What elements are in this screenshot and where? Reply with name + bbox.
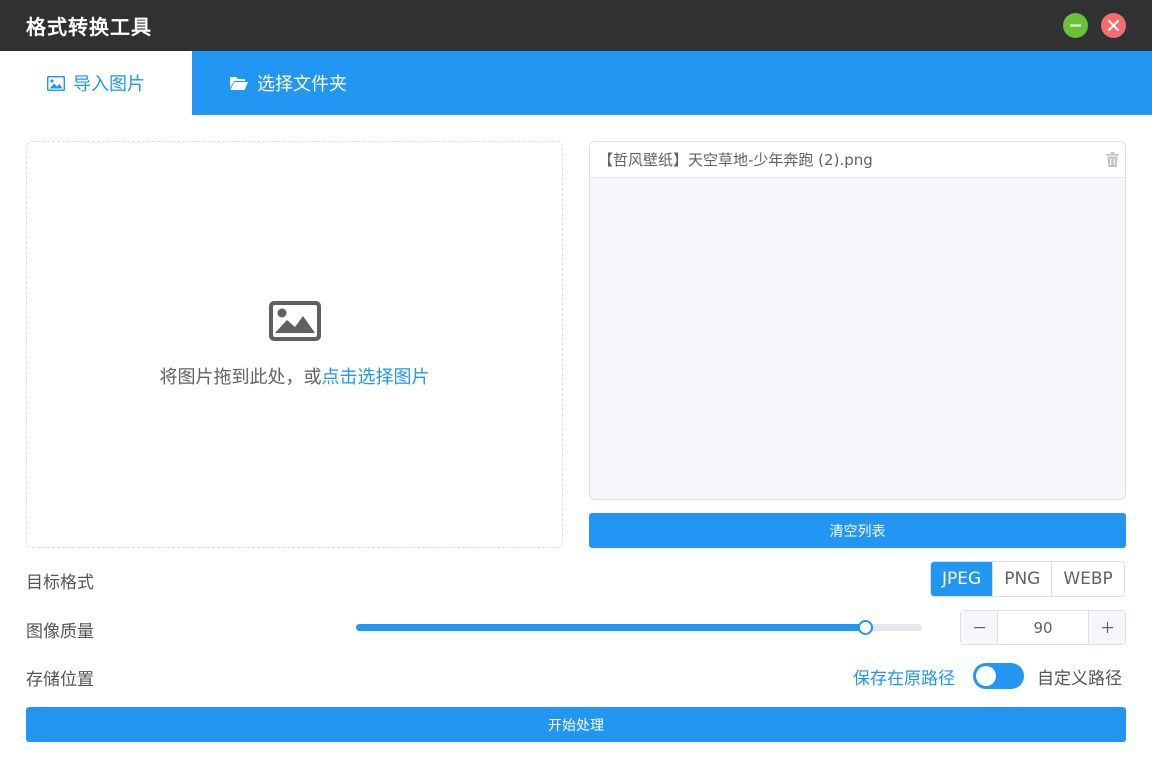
tab-select-folder[interactable]: 选择文件夹 <box>192 51 384 115</box>
image-icon <box>47 75 65 91</box>
format-jpeg-button[interactable]: JPEG <box>931 562 993 596</box>
trash-icon[interactable] <box>1106 152 1119 167</box>
quality-slider[interactable] <box>356 620 922 635</box>
quality-stepper: 90 <box>960 610 1126 645</box>
dropzone-hint: 将图片拖到此处，或 <box>159 366 322 388</box>
close-icon <box>1108 20 1119 31</box>
image-quality-label: 图像质量 <box>26 622 94 642</box>
dropzone-text: 将图片拖到此处，或点击选择图片 <box>160 363 430 389</box>
format-selector: JPEG PNG WEBP <box>930 561 1125 597</box>
quality-decrease-button[interactable] <box>961 611 998 644</box>
quality-slider-fill <box>356 624 865 631</box>
image-dropzone[interactable]: 将图片拖到此处，或点击选择图片 <box>26 141 563 548</box>
quality-slider-handle[interactable] <box>858 620 873 635</box>
image-icon <box>268 300 321 341</box>
file-name: 【哲风壁纸】天空草地-少年奔跑 (2).png <box>598 151 873 169</box>
quality-increase-button[interactable] <box>1088 611 1125 644</box>
storage-location-label: 存储位置 <box>26 670 94 690</box>
list-item: 【哲风壁纸】天空草地-少年奔跑 (2).png <box>590 142 1125 178</box>
tab-select-folder-label: 选择文件夹 <box>257 74 347 95</box>
quality-input[interactable]: 90 <box>998 611 1088 644</box>
file-list: 【哲风壁纸】天空草地-少年奔跑 (2).png <box>589 141 1126 500</box>
tab-import-image-label: 导入图片 <box>73 74 145 95</box>
toggle-knob <box>976 666 996 686</box>
folder-open-icon <box>230 76 248 90</box>
storage-path-toggle[interactable] <box>973 663 1024 689</box>
start-processing-button[interactable]: 开始处理 <box>26 707 1126 742</box>
format-webp-button[interactable]: WEBP <box>1051 562 1124 596</box>
app-title: 格式转换工具 <box>26 15 152 39</box>
title-bar: 格式转换工具 <box>0 0 1152 51</box>
minimize-icon <box>1070 24 1081 27</box>
target-format-label: 目标格式 <box>26 573 94 593</box>
tab-bar: 导入图片 选择文件夹 <box>0 51 1152 115</box>
select-image-link[interactable]: 点击选择图片 <box>322 367 430 388</box>
close-button[interactable] <box>1101 13 1126 38</box>
custom-path-label[interactable]: 自定义路径 <box>1037 664 1122 689</box>
save-original-path-label[interactable]: 保存在原路径 <box>853 664 955 689</box>
minus-icon <box>973 627 985 629</box>
plus-icon <box>1101 622 1113 633</box>
tab-import-image[interactable]: 导入图片 <box>0 51 192 115</box>
clear-list-button[interactable]: 清空列表 <box>589 513 1126 548</box>
format-png-button[interactable]: PNG <box>992 562 1052 596</box>
minimize-button[interactable] <box>1063 13 1088 38</box>
